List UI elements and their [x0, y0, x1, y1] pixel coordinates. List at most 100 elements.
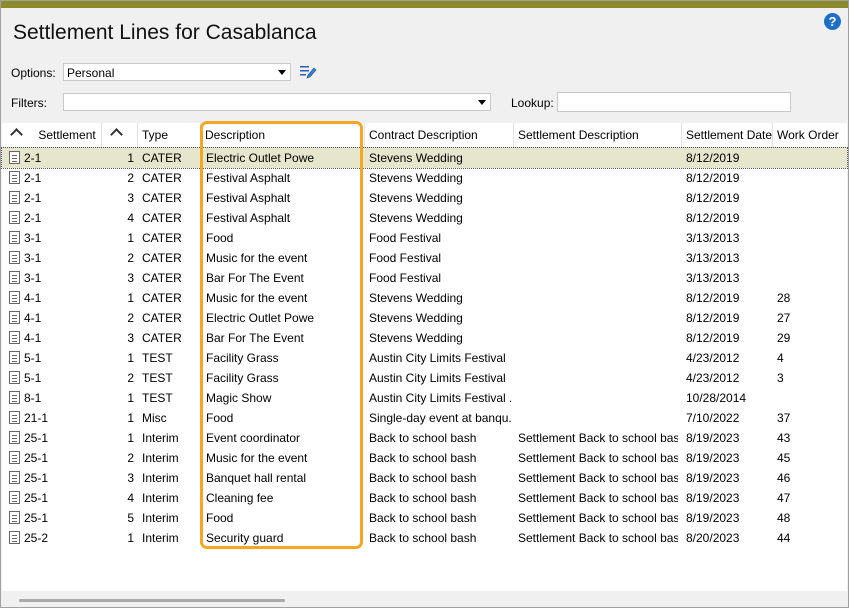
cell-sdesc — [518, 368, 678, 388]
cell-line: 1 — [127, 411, 134, 425]
cell-wo: 3 — [777, 371, 784, 385]
column-header-settlement-description[interactable]: Settlement Description — [514, 123, 682, 147]
table-row[interactable]: 2-1 3 CATER Festival Asphalt Stevens Wedding… — [2, 188, 847, 208]
table-row[interactable]: 25-1 3 Interim Banquet hall rental Back to s… — [2, 468, 847, 488]
cell-type: CATER — [142, 211, 182, 225]
cell-sdesc: Settlement Back to school bash, — [518, 431, 678, 445]
cell-wo: 47 — [777, 491, 791, 505]
help-icon[interactable]: ? — [824, 13, 841, 30]
column-header-settlement[interactable]: Settlement — [2, 123, 102, 147]
cell-settlement: 8-1 — [24, 391, 42, 405]
cell-type: CATER — [142, 331, 182, 345]
document-icon — [9, 511, 20, 524]
cell-line: 1 — [127, 531, 134, 545]
table-row[interactable]: 25-1 4 Interim Cleaning fee Back to school b… — [2, 488, 847, 508]
cell-contract: Food Festival — [369, 271, 442, 285]
cell-settlement: 2-1 — [24, 211, 42, 225]
edit-list-icon[interactable] — [299, 64, 317, 80]
cell-line: 3 — [127, 191, 134, 205]
cell-settlement: 2-1 — [24, 191, 42, 205]
cell-wo: 27 — [777, 311, 791, 325]
table-row[interactable]: 4-1 3 CATER Bar For The Event Stevens Weddin… — [2, 328, 847, 348]
table-row[interactable]: 3-1 3 CATER Bar For The Event Food Festival 3… — [2, 268, 847, 288]
cell-contract: Back to school bash — [369, 431, 477, 445]
cell-wo — [777, 188, 837, 208]
options-dropdown[interactable]: Personal — [63, 63, 291, 81]
cell-contract: Back to school bash — [369, 471, 477, 485]
table-row[interactable]: 4-1 1 CATER Music for the event Stevens Wedd… — [2, 288, 847, 308]
column-header-settlement-date[interactable]: Settlement Date — [682, 123, 773, 147]
cell-contract: Austin City Limits Festival — [369, 371, 506, 385]
horizontal-scrollbar[interactable] — [19, 599, 285, 602]
cell-line: 1 — [127, 431, 134, 445]
cell-contract: Single-day event at banqu... — [369, 411, 511, 425]
cell-date: 8/20/2023 — [686, 531, 740, 545]
filters-dropdown[interactable] — [63, 93, 491, 111]
cell-wo: 28 — [777, 291, 791, 305]
document-icon — [9, 171, 20, 184]
table-row[interactable]: 2-1 4 CATER Festival Asphalt Stevens Wedding… — [2, 208, 847, 228]
settlement-lines-window: ? Settlement Lines for Casablanca Option… — [0, 0, 849, 608]
column-header-work-order[interactable]: Work Order — [773, 123, 847, 147]
cell-settlement: 25-1 — [24, 451, 49, 465]
cell-contract: Stevens Wedding — [369, 331, 463, 345]
document-icon — [9, 451, 20, 464]
cell-settlement: 4-1 — [24, 291, 42, 305]
cell-sdesc — [518, 248, 678, 268]
table-row[interactable]: 25-1 5 Interim Food Back to school bash Settl… — [2, 508, 847, 528]
cell-type: CATER — [142, 251, 182, 265]
filters-label: Filters: — [11, 96, 47, 110]
cell-date: 3/13/2013 — [686, 271, 740, 285]
cell-sdesc — [518, 408, 678, 428]
cell-wo — [777, 148, 837, 168]
cell-sdesc — [518, 188, 678, 208]
table-row[interactable]: 4-1 2 CATER Electric Outlet Powe Stevens Wed… — [2, 308, 847, 328]
cell-date: 4/23/2012 — [686, 371, 740, 385]
table-row[interactable]: 2-1 1 CATER Electric Outlet Powe Stevens Wed… — [1, 147, 848, 169]
cell-sdesc: Settlement Back to school bash, — [518, 491, 678, 505]
cell-type: Interim — [142, 491, 179, 505]
cell-sdesc — [518, 268, 678, 288]
cell-type: CATER — [142, 171, 182, 185]
table-row[interactable]: 25-1 2 Interim Music for the event Back to s… — [2, 448, 847, 468]
table-row[interactable]: 21-1 1 Misc Food Single-day event at banqu..… — [2, 408, 847, 428]
cell-wo — [777, 268, 837, 288]
cell-sdesc — [518, 208, 678, 228]
cell-wo — [777, 208, 837, 228]
cell-sdesc: Settlement Back to school bash, — [518, 451, 678, 465]
cell-date: 8/19/2023 — [686, 431, 740, 445]
table-row[interactable]: 5-1 1 TEST Facility Grass Austin City Limits… — [2, 348, 847, 368]
column-header-line[interactable] — [102, 123, 138, 147]
cell-settlement: 25-2 — [24, 531, 49, 545]
document-icon — [9, 291, 20, 304]
table-row[interactable]: 2-1 2 CATER Festival Asphalt Stevens Wedding… — [2, 168, 847, 188]
column-header-contract-description[interactable]: Contract Description — [365, 123, 514, 147]
cell-date: 3/13/2013 — [686, 251, 740, 265]
cell-sdesc: Settlement Back to school bash, — [518, 471, 678, 485]
table-row[interactable]: 8-1 1 TEST Magic Show Austin City Limits Fes… — [2, 388, 847, 408]
options-label: Options: — [11, 66, 56, 80]
cell-type: Interim — [142, 431, 179, 445]
document-icon — [9, 151, 20, 164]
lookup-input[interactable] — [557, 92, 791, 112]
table-row[interactable]: 5-1 2 TEST Facility Grass Austin City Limits… — [2, 368, 847, 388]
cell-type: CATER — [142, 191, 182, 205]
cell-date: 8/12/2019 — [686, 211, 740, 225]
table-row[interactable]: 25-1 1 Interim Event coordinator Back to sch… — [2, 428, 847, 448]
document-icon — [9, 411, 20, 424]
cell-sdesc — [518, 228, 678, 248]
table-row[interactable]: 3-1 1 CATER Food Food Festival 3/13/2013 — [2, 228, 847, 248]
sort-ascending-icon — [110, 128, 123, 141]
cell-date: 8/19/2023 — [686, 471, 740, 485]
cell-wo — [777, 228, 837, 248]
cell-line: 1 — [127, 151, 134, 165]
page-title: Settlement Lines for Casablanca — [13, 21, 317, 44]
cell-settlement: 4-1 — [24, 311, 42, 325]
cell-wo: 29 — [777, 331, 791, 345]
table-row[interactable]: 3-1 2 CATER Music for the event Food Festiva… — [2, 248, 847, 268]
cell-sdesc — [518, 308, 678, 328]
column-header-type[interactable]: Type — [138, 123, 201, 147]
cell-contract: Back to school bash — [369, 511, 477, 525]
cell-line: 1 — [127, 231, 134, 245]
table-row[interactable]: 25-2 1 Interim Security guard Back to school… — [2, 528, 847, 548]
